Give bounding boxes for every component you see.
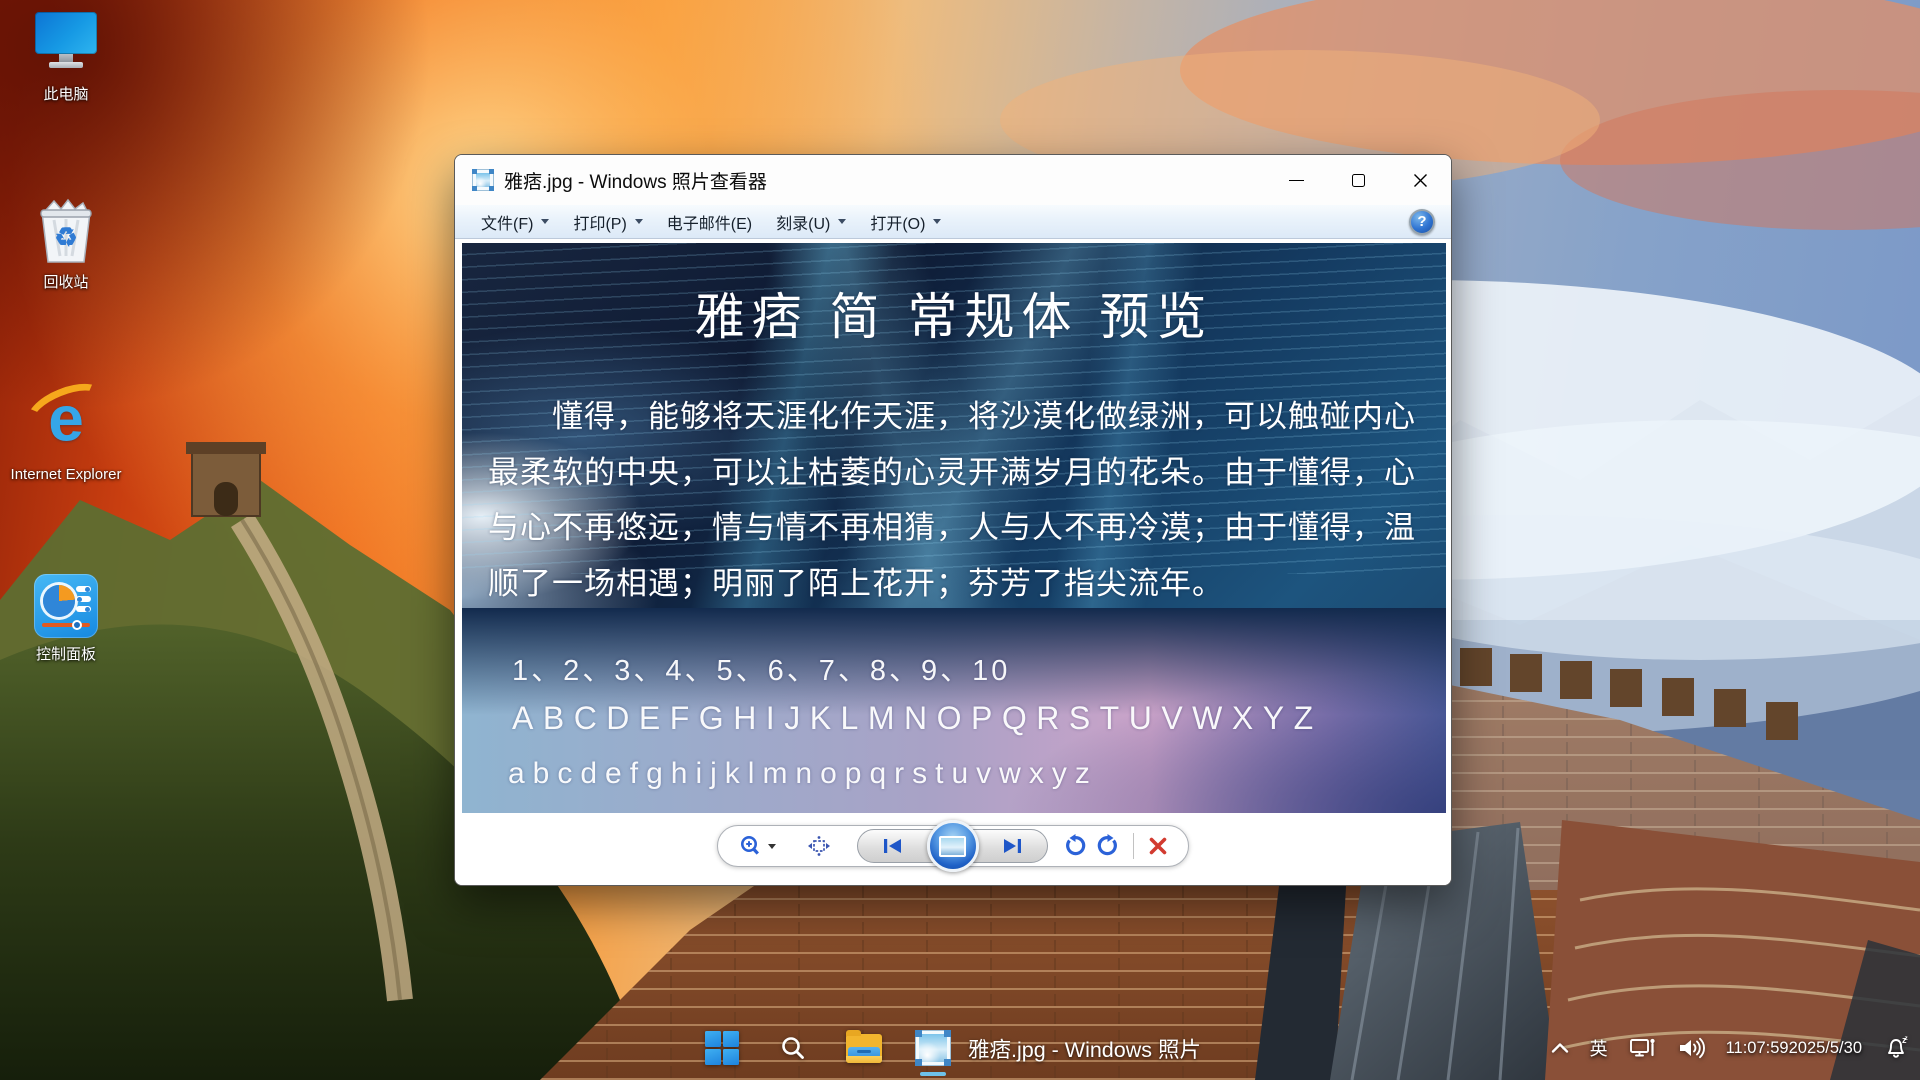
desktop-icon-label: 回收站 xyxy=(6,273,126,292)
font-preview-image: 雅痞 简 常规体 预览 懂得，能够将天涯化作天涯，将沙漠化做绿洲，可以触碰内心 … xyxy=(462,243,1446,813)
notifications-button[interactable]: z z xyxy=(1880,1035,1912,1061)
taskbar-center: 雅痞.jpg - Windows 照片 xyxy=(700,1016,1493,1080)
hidden-icons-button[interactable] xyxy=(1548,1042,1572,1054)
desktop-icon-label: 控制面板 xyxy=(6,645,126,664)
delete-button[interactable] xyxy=(1148,836,1168,856)
viewer-toolbar-area xyxy=(455,813,1451,885)
running-app-indicator xyxy=(920,1072,946,1076)
slideshow-icon xyxy=(939,836,966,857)
start-button[interactable] xyxy=(700,1026,744,1070)
tray-date: 2025/5/30 xyxy=(1789,1038,1862,1058)
file-explorer-button[interactable] xyxy=(842,1026,886,1070)
svg-text:z: z xyxy=(1905,1035,1909,1042)
photo-viewer-window: 雅痞.jpg - Windows 照片查看器 文件(F) 打印(P) 电子邮件(… xyxy=(454,154,1452,886)
rotate-clockwise-button[interactable] xyxy=(1097,834,1121,858)
previous-icon xyxy=(882,839,902,854)
delete-x-icon xyxy=(1148,836,1168,856)
zoom-button[interactable] xyxy=(738,834,776,858)
toolbar-divider xyxy=(1133,833,1134,859)
taskbar-photo-viewer-button[interactable]: 雅痞.jpg - Windows 照片 xyxy=(913,1016,1493,1080)
internet-explorer-icon: e xyxy=(27,382,105,458)
search-icon xyxy=(779,1034,807,1062)
menu-print[interactable]: 打印(P) xyxy=(561,205,654,239)
photo-viewer-app-icon xyxy=(915,1030,951,1066)
preview-lowercase: abcdefghijklmnopqrstuvwxyz xyxy=(508,757,1098,791)
desktop-icon-internet-explorer[interactable]: e Internet Explorer xyxy=(6,382,126,484)
recycle-bin-icon: ♻ xyxy=(34,196,98,266)
window-title: 雅痞.jpg - Windows 照片查看器 xyxy=(504,167,767,194)
ime-indicator[interactable]: 英 xyxy=(1587,1035,1611,1061)
chevron-down-icon xyxy=(541,219,549,224)
menu-email[interactable]: 电子邮件(E) xyxy=(655,205,764,239)
navigation-capsule xyxy=(857,829,1048,863)
taskbar-app-label: 雅痞.jpg - Windows 照片 xyxy=(968,1033,1201,1064)
clock[interactable]: 11:07:59 2025/5/30 xyxy=(1723,1038,1865,1058)
preview-paragraph: 懂得，能够将天涯化作天涯，将沙漠化做绿洲，可以触碰内心 最柔软的中央，可以让枯萎… xyxy=(488,389,1434,611)
chevron-down-icon xyxy=(838,219,846,224)
rotate-clockwise-icon xyxy=(1097,834,1121,858)
chevron-up-icon xyxy=(1551,1042,1569,1054)
rotate-counterclockwise-button[interactable] xyxy=(1062,834,1086,858)
chevron-down-icon xyxy=(933,219,941,224)
taskbar: 雅痞.jpg - Windows 照片 英 xyxy=(0,1016,1920,1080)
help-button[interactable]: ? xyxy=(1409,209,1435,235)
preview-numbers: 1、2、3、4、5、6、7、8、9、10 xyxy=(512,647,1010,689)
desktop-icon-this-pc[interactable]: 此电脑 xyxy=(6,12,126,104)
actual-size-icon xyxy=(807,835,831,857)
control-panel-icon xyxy=(34,574,98,638)
bell-do-not-disturb-icon: z z xyxy=(1883,1035,1909,1061)
preview-uppercase: ABCDEFGHIJKLMNOPQRSTUVWXYZ xyxy=(512,700,1323,737)
network-ethernet-icon xyxy=(1629,1036,1657,1060)
paragraph-line: 懂得，能够将天涯化作天涯，将沙漠化做绿洲，可以触碰内心 xyxy=(488,389,1434,445)
tray-time: 11:07:59 xyxy=(1726,1038,1789,1058)
svg-text:♻: ♻ xyxy=(54,222,77,252)
network-button[interactable] xyxy=(1626,1036,1660,1060)
viewer-toolbar xyxy=(717,825,1189,867)
system-tray: 英 11:07:59 2025/5/30 xyxy=(1548,1016,1912,1080)
volume-button[interactable] xyxy=(1675,1036,1708,1060)
menu-open[interactable]: 打开(O) xyxy=(858,205,953,239)
search-button[interactable] xyxy=(771,1026,815,1070)
folder-icon xyxy=(846,1034,882,1063)
close-button[interactable] xyxy=(1389,155,1451,205)
speaker-icon xyxy=(1678,1036,1705,1060)
minimize-button[interactable] xyxy=(1265,155,1327,205)
close-icon xyxy=(1413,173,1428,188)
menu-bar: 文件(F) 打印(P) 电子邮件(E) 刻录(U) 打开(O) ? xyxy=(455,205,1451,239)
menu-burn[interactable]: 刻录(U) xyxy=(764,205,858,239)
windows-logo-icon xyxy=(705,1031,739,1065)
desktop-icon-control-panel[interactable]: 控制面板 xyxy=(6,574,126,664)
chevron-down-icon xyxy=(635,219,643,224)
actual-size-button[interactable] xyxy=(807,835,831,857)
menu-file[interactable]: 文件(F) xyxy=(469,205,561,239)
question-mark-icon: ? xyxy=(1417,213,1426,230)
desktop-icon-label: Internet Explorer xyxy=(6,465,126,484)
paragraph-line: 最柔软的中央，可以让枯萎的心灵开满岁月的花朵。由于懂得，心 xyxy=(488,445,1434,501)
magnifier-plus-icon xyxy=(738,834,764,858)
this-pc-icon xyxy=(31,12,101,78)
paragraph-line: 与心不再悠远，情与情不再相猜，人与人不再冷漠；由于懂得，温 xyxy=(488,500,1434,556)
desktop-icon-recycle-bin[interactable]: ♻ 回收站 xyxy=(6,196,126,292)
minimize-icon xyxy=(1289,180,1304,181)
chevron-down-icon xyxy=(768,844,776,849)
desktop-icon-label: 此电脑 xyxy=(6,85,126,104)
photo-display-area: 雅痞 简 常规体 预览 懂得，能够将天涯化作天涯，将沙漠化做绿洲，可以触碰内心 … xyxy=(455,239,1451,813)
previous-button[interactable] xyxy=(882,839,902,854)
paragraph-line: 顺了一场相遇；明丽了陌上花开；芬芳了指尖流年。 xyxy=(488,556,1434,612)
maximize-button[interactable] xyxy=(1327,155,1389,205)
window-titlebar[interactable]: 雅痞.jpg - Windows 照片查看器 xyxy=(455,155,1451,205)
maximize-icon xyxy=(1352,174,1365,187)
preview-title: 雅痞 简 常规体 预览 xyxy=(462,277,1446,349)
rotate-counterclockwise-icon xyxy=(1062,834,1086,858)
next-icon xyxy=(1003,839,1023,854)
next-button[interactable] xyxy=(1003,839,1023,854)
photo-viewer-app-icon xyxy=(472,169,494,191)
play-slideshow-button[interactable] xyxy=(927,820,979,872)
